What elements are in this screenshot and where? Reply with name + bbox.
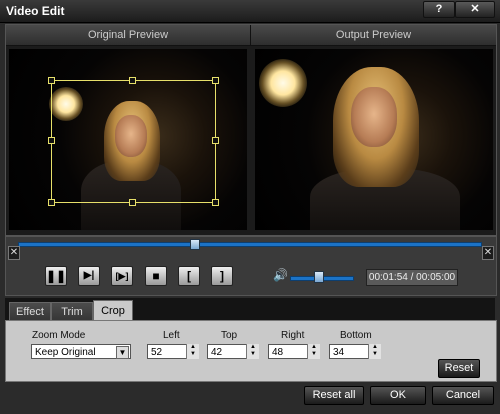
time-display: 00:01:54 / 00:05:00 — [366, 269, 458, 286]
right-label: Right — [281, 330, 305, 341]
pause-button[interactable]: ❚❚ — [45, 266, 67, 286]
video-frame-image — [255, 49, 493, 230]
left-input[interactable]: 52 — [147, 344, 187, 359]
chevron-down-icon[interactable]: ▼ — [116, 346, 129, 359]
help-button[interactable]: ? — [423, 1, 455, 18]
ok-button[interactable]: OK — [370, 386, 426, 405]
top-label: Top — [221, 330, 238, 341]
right-spinner[interactable]: ▲ ▼ — [307, 344, 320, 359]
tab-crop[interactable]: Crop — [93, 300, 133, 321]
reset-all-button[interactable]: Reset all — [304, 386, 364, 405]
right-input[interactable]: 48 — [268, 344, 308, 359]
bottom-label: Bottom — [340, 330, 372, 341]
output-preview-header: Output Preview — [251, 25, 496, 46]
tab-bar: Effect Trim Crop — [5, 298, 495, 321]
step-forward-icon: ▶| — [83, 270, 95, 281]
mark-in-icon: [ — [187, 269, 191, 283]
crop-handle-bottom-left[interactable] — [48, 199, 55, 206]
bottom-input[interactable]: 34 — [329, 344, 369, 359]
volume-icon[interactable]: 🔊 — [273, 268, 288, 282]
top-spinner[interactable]: ▲ ▼ — [246, 344, 259, 359]
title-bar: Video Edit ? ✕ — [0, 0, 500, 23]
crop-handle-top[interactable] — [129, 77, 136, 84]
trim-start-marker[interactable]: ✕ — [8, 246, 20, 260]
stop-icon: ■ — [152, 269, 160, 283]
crop-handle-left[interactable] — [48, 137, 55, 144]
step-forward-button[interactable]: ▶| — [78, 266, 100, 286]
left-spinner[interactable]: ▲ ▼ — [186, 344, 199, 359]
zoom-mode-value: Keep Original — [35, 347, 96, 358]
crop-handle-top-left[interactable] — [48, 77, 55, 84]
play-selection-icon: [▶] — [115, 271, 129, 281]
crop-handle-bottom-right[interactable] — [212, 199, 219, 206]
seek-thumb[interactable] — [189, 239, 200, 250]
original-preview-header: Original Preview — [6, 25, 251, 46]
tab-trim[interactable]: Trim — [51, 302, 93, 321]
output-preview-video — [255, 49, 493, 230]
original-preview-video[interactable] — [9, 49, 247, 230]
crop-panel: Zoom Mode Keep Original ▼ Left 52 ▲ ▼ Top… — [5, 320, 497, 382]
crop-handle-bottom[interactable] — [129, 199, 136, 206]
stop-button[interactable]: ■ — [145, 266, 167, 286]
left-label: Left — [163, 330, 180, 341]
bottom-spinner[interactable]: ▲ ▼ — [368, 344, 381, 359]
seek-track[interactable] — [18, 242, 482, 247]
preview-frame: Original Preview Output Preview — [5, 24, 497, 236]
pause-icon: ❚❚ — [46, 269, 67, 283]
volume-thumb[interactable] — [313, 271, 324, 283]
window-title: Video Edit — [6, 4, 65, 18]
tab-effect[interactable]: Effect — [9, 302, 51, 321]
close-button[interactable]: ✕ — [455, 1, 495, 18]
trim-end-marker[interactable]: ✕ — [482, 246, 494, 260]
crop-handle-right[interactable] — [212, 137, 219, 144]
crop-handle-top-right[interactable] — [212, 77, 219, 84]
zoom-mode-label: Zoom Mode — [32, 330, 86, 341]
zoom-mode-select[interactable]: Keep Original ▼ — [31, 344, 131, 359]
play-selection-button[interactable]: [▶] — [111, 266, 133, 286]
top-input[interactable]: 42 — [207, 344, 247, 359]
mark-in-button[interactable]: [ — [178, 266, 200, 286]
cancel-button[interactable]: Cancel — [432, 386, 494, 405]
crop-selection-box[interactable] — [48, 77, 219, 206]
mark-out-icon: ] — [220, 269, 224, 283]
reset-button[interactable]: Reset — [438, 359, 480, 378]
mark-out-button[interactable]: ] — [211, 266, 233, 286]
